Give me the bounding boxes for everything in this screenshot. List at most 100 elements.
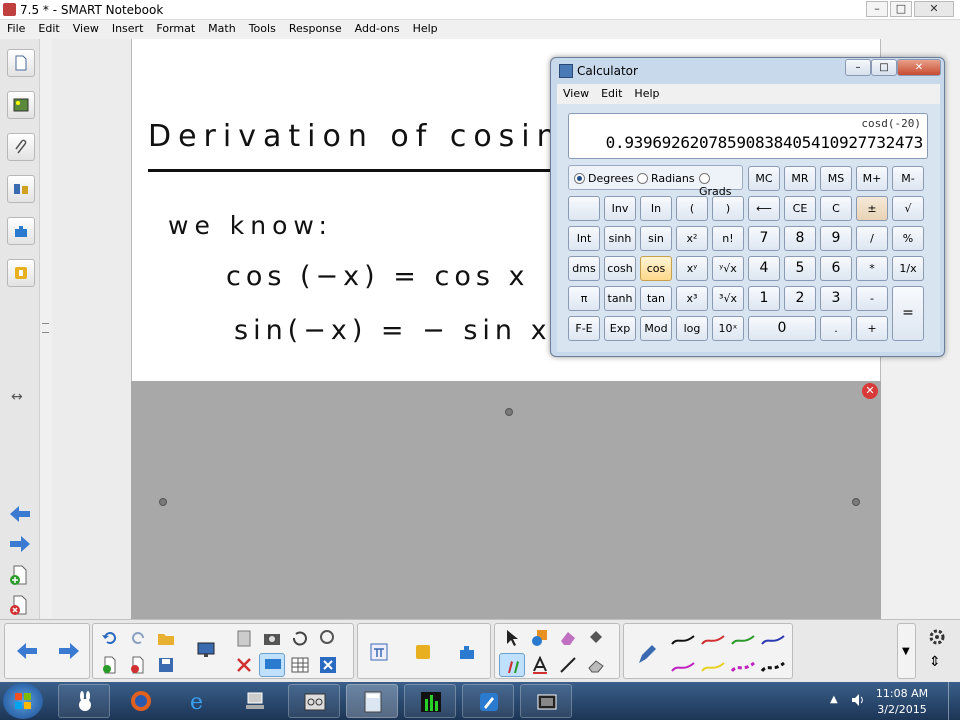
calc-key-symbol[interactable]: ) (712, 196, 744, 221)
calc-key-10[interactable]: 10ˣ (712, 316, 744, 341)
taskbar-smart-notebook[interactable] (462, 684, 514, 718)
calc-key-ce[interactable]: CE (784, 196, 816, 221)
calc-key-symbol[interactable]: ± (856, 196, 888, 221)
calc-key-tan[interactable]: tan (640, 286, 672, 311)
pen-style-blue[interactable] (760, 630, 786, 648)
calc-key-mod[interactable]: Mod (640, 316, 672, 341)
pen-style-black[interactable] (670, 630, 696, 648)
side-panel-splitter[interactable] (39, 39, 52, 619)
new-page-button[interactable] (97, 653, 123, 677)
shapes-tool-button[interactable] (527, 626, 553, 650)
calc-key-9[interactable]: 9 (820, 226, 852, 251)
taskbar-audio-meter[interactable] (404, 684, 456, 718)
taskbar-calculator[interactable] (346, 684, 398, 718)
handwriting-line-3[interactable]: sin(−x) = − sin x (234, 315, 552, 346)
resize-handle-dot[interactable] (159, 498, 167, 506)
calc-menu-edit[interactable]: Edit (595, 84, 628, 100)
taskbar-app-rabbit[interactable] (58, 684, 110, 718)
calc-key-8[interactable]: 8 (784, 226, 816, 251)
menu-file[interactable]: File (0, 20, 31, 35)
next-page-icon[interactable] (57, 642, 81, 660)
calc-key-x[interactable]: ³√x (712, 286, 744, 311)
calc-key-symbol[interactable]: √ (892, 196, 924, 221)
calc-key-m[interactable]: M- (892, 166, 924, 191)
splitter-grip[interactable] (42, 323, 49, 333)
redo-button[interactable] (125, 626, 151, 650)
calc-menu-help[interactable]: Help (628, 84, 665, 100)
calc-key-c[interactable]: C (820, 196, 852, 221)
close-area-icon[interactable]: ✕ (862, 383, 878, 399)
calc-key-x[interactable]: x³ (676, 286, 708, 311)
calc-key-equals[interactable]: = (892, 286, 924, 341)
calc-key-log[interactable]: log (676, 316, 708, 341)
pen-style-dashed-magenta[interactable] (730, 657, 756, 675)
system-clock[interactable]: 11:08 AM 3/2/2015 (872, 687, 932, 716)
calc-key-cosh[interactable]: cosh (604, 256, 636, 281)
lesson-activity-tab[interactable] (7, 259, 35, 287)
degrees-radio[interactable]: Degrees (574, 172, 634, 185)
pen-style-magenta[interactable] (670, 657, 696, 675)
maximize-button[interactable]: □ (890, 1, 912, 17)
fill-tool-button[interactable] (583, 626, 609, 650)
speaker-icon[interactable] (850, 692, 866, 708)
paste-button[interactable] (231, 626, 257, 650)
calc-key-symbol[interactable]: - (856, 286, 888, 311)
pen-style-green[interactable] (730, 630, 756, 648)
calc-key-in[interactable]: In (640, 196, 672, 221)
move-toolbar-icon[interactable]: ⇕ (929, 654, 941, 670)
text-tool-button[interactable] (527, 653, 553, 677)
calculator-close-button[interactable]: ✕ (897, 59, 941, 76)
calc-key-symbol[interactable]: . (820, 316, 852, 341)
calc-key-mc[interactable]: MC (748, 166, 780, 191)
calc-key-x[interactable]: xʸ (676, 256, 708, 281)
taskbar-smart-recorder[interactable] (288, 684, 340, 718)
calc-key-0[interactable]: 0 (748, 316, 816, 341)
calc-key-symbol[interactable]: π (568, 286, 600, 311)
calc-key-1[interactable]: 1 (748, 286, 780, 311)
menu-insert[interactable]: Insert (105, 20, 150, 35)
calc-key-1-x[interactable]: 1/x (892, 256, 924, 281)
calc-key-mr[interactable]: MR (784, 166, 816, 191)
menu-edit[interactable]: Edit (31, 20, 65, 35)
open-file-button[interactable] (153, 626, 179, 650)
start-button[interactable] (3, 683, 43, 719)
calculator-minimize-button[interactable]: – (845, 59, 871, 76)
pen-style-red[interactable] (700, 630, 726, 648)
calc-key-symbol[interactable]: ⟵ (748, 196, 780, 221)
resize-handle-dot[interactable] (505, 408, 513, 416)
save-button[interactable] (153, 653, 179, 677)
add-ons-button[interactable] (454, 640, 480, 664)
properties-tab[interactable] (7, 175, 35, 203)
minimize-button[interactable]: – (866, 1, 888, 17)
calc-key-tanh[interactable]: tanh (604, 286, 636, 311)
calc-key-symbol[interactable]: / (856, 226, 888, 251)
resize-handle-dot[interactable] (852, 498, 860, 506)
calc-key-6[interactable]: 6 (820, 256, 852, 281)
screen-shade-button[interactable] (259, 653, 285, 677)
calc-key-n[interactable]: n! (712, 226, 744, 251)
insert-table-button[interactable] (287, 653, 313, 677)
calc-key-3[interactable]: 3 (820, 286, 852, 311)
display-mode-button[interactable] (193, 638, 219, 662)
menu-view[interactable]: View (66, 20, 105, 35)
add-page-icon[interactable] (9, 565, 29, 585)
delete-page-button[interactable] (125, 653, 151, 677)
calc-key-inv[interactable]: Inv (604, 196, 636, 221)
menu-tools[interactable]: Tools (242, 20, 282, 35)
handwriting-line-2[interactable]: cos (−x) = cos x (226, 261, 529, 292)
menu-response[interactable]: Response (282, 20, 348, 35)
handwriting-line-1[interactable]: we know: (168, 211, 333, 240)
calc-key-sin[interactable]: sin (640, 226, 672, 251)
eraser-tool-button[interactable] (555, 626, 581, 650)
taskbar-internet-explorer[interactable]: e (172, 684, 224, 718)
calc-key-symbol[interactable]: % (892, 226, 924, 251)
calculator-maximize-button[interactable]: □ (871, 59, 897, 76)
attachments-tab[interactable] (7, 133, 35, 161)
undo-button[interactable] (97, 626, 123, 650)
math-tools-button[interactable] (366, 640, 392, 664)
calc-key-2[interactable]: 2 (784, 286, 816, 311)
calc-key-cos[interactable]: cos (640, 256, 672, 281)
show-desktop-button[interactable] (948, 682, 960, 720)
select-tool-button[interactable] (499, 626, 525, 650)
taskbar-video-app[interactable] (520, 684, 572, 718)
